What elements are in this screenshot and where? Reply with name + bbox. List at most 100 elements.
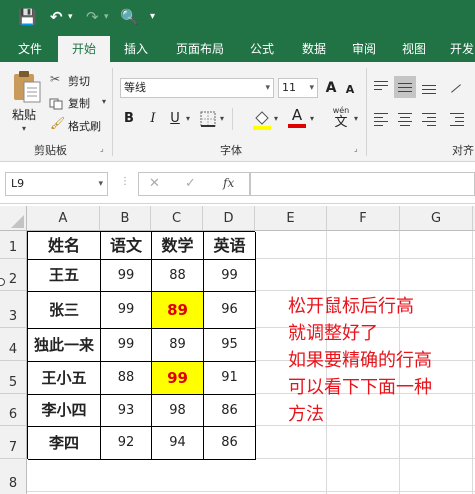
table-cell[interactable]: 93: [101, 395, 152, 427]
name-box[interactable]: L9 ▾: [5, 172, 108, 196]
tab-insert[interactable]: 插入: [114, 36, 158, 62]
font-launcher-icon[interactable]: ⌟: [354, 144, 358, 153]
bold-button[interactable]: B: [120, 108, 138, 130]
shrink-font-button[interactable]: A: [342, 79, 358, 101]
borders-dropdown-icon[interactable]: ▾: [220, 114, 224, 123]
row-header-3[interactable]: 3: [0, 291, 27, 328]
row-header-7[interactable]: 7: [0, 426, 27, 459]
cancel-icon[interactable]: ✕: [149, 176, 160, 191]
align-right-icon[interactable]: [418, 108, 440, 130]
redo-icon[interactable]: ↷: [86, 8, 99, 26]
tab-view[interactable]: 视图: [392, 36, 436, 62]
table-cell[interactable]: 92: [101, 427, 152, 460]
underline-button[interactable]: U: [166, 108, 184, 130]
table-cell[interactable]: 95: [204, 329, 256, 362]
borders-icon[interactable]: [200, 111, 216, 127]
fill-color-dropdown-icon[interactable]: ▾: [274, 114, 278, 123]
column-header-f[interactable]: F: [327, 206, 400, 231]
underline-dropdown-icon[interactable]: ▾: [186, 114, 190, 123]
table-cell[interactable]: 张三: [28, 292, 101, 329]
grow-font-button[interactable]: A: [322, 77, 340, 99]
table-cell[interactable]: 89: [152, 329, 204, 362]
font-color-dropdown-icon[interactable]: ▾: [310, 114, 314, 123]
indent-icon[interactable]: [446, 108, 468, 130]
table-cell[interactable]: 88: [152, 260, 204, 292]
table-cell[interactable]: 99: [101, 329, 152, 362]
table-cell[interactable]: 86: [204, 395, 256, 427]
fill-color-icon[interactable]: [252, 108, 272, 130]
table-header-name[interactable]: 姓名: [28, 232, 101, 260]
table-cell[interactable]: 94: [152, 427, 204, 460]
table-cell[interactable]: 王小五: [28, 362, 101, 395]
insert-function-icon[interactable]: fx: [223, 176, 234, 190]
font-size-combo[interactable]: 11 ▾: [278, 78, 318, 98]
chevron-down-icon[interactable]: ▾: [98, 173, 103, 195]
table-header-math[interactable]: 数学: [152, 232, 204, 260]
copy-icon[interactable]: [49, 95, 63, 110]
column-header-b[interactable]: B: [100, 206, 151, 231]
format-painter-button[interactable]: 格式刷: [68, 118, 101, 134]
tab-developer[interactable]: 开发: [442, 36, 475, 62]
table-cell-highlighted[interactable]: 99: [152, 362, 204, 395]
table-cell[interactable]: 李四: [28, 427, 101, 460]
table-cell[interactable]: 99: [101, 292, 152, 329]
align-middle-icon[interactable]: [394, 76, 416, 98]
table-cell-highlighted[interactable]: 89: [152, 292, 204, 329]
tab-formulas[interactable]: 公式: [240, 36, 284, 62]
font-name-combo[interactable]: 等线 ▾: [120, 78, 274, 98]
print-preview-icon[interactable]: 🔍: [120, 8, 139, 26]
italic-button[interactable]: I: [144, 108, 162, 130]
tab-page-layout[interactable]: 页面布局: [168, 36, 232, 62]
cut-icon[interactable]: ✂: [50, 72, 60, 86]
column-header-e[interactable]: E: [255, 206, 327, 231]
row-header-5[interactable]: 5: [0, 361, 27, 394]
align-left-icon[interactable]: [370, 108, 392, 130]
orientation-icon[interactable]: [446, 76, 468, 98]
table-cell[interactable]: 独此一来: [28, 329, 101, 362]
table-cell[interactable]: 李小四: [28, 395, 101, 427]
column-header-g[interactable]: G: [400, 206, 473, 231]
align-center-icon[interactable]: [394, 108, 416, 130]
formula-input[interactable]: [250, 172, 475, 196]
table-header-english[interactable]: 英语: [204, 232, 256, 260]
cut-button[interactable]: 剪切: [68, 73, 90, 89]
tab-review[interactable]: 审阅: [342, 36, 386, 62]
select-all-button[interactable]: [0, 206, 27, 231]
table-cell[interactable]: 王五: [28, 260, 101, 292]
row-header-4[interactable]: 4: [0, 328, 27, 361]
drag-handle-icon[interactable]: ⋮: [120, 176, 130, 187]
customize-toolbar-icon[interactable]: ▾: [150, 8, 155, 26]
font-color-icon[interactable]: A: [288, 106, 306, 130]
column-header-d[interactable]: D: [203, 206, 255, 231]
table-cell[interactable]: 99: [204, 260, 256, 292]
row-header-6[interactable]: 6: [0, 394, 27, 426]
save-icon[interactable]: 💾: [18, 8, 37, 26]
paste-button[interactable]: 粘贴: [12, 106, 36, 123]
table-cell[interactable]: 91: [204, 362, 256, 395]
row-header-1[interactable]: 1: [0, 231, 27, 259]
table-cell[interactable]: 99: [101, 260, 152, 292]
paste-icon[interactable]: [10, 70, 42, 104]
column-header-c[interactable]: C: [151, 206, 203, 231]
redo-dropdown-icon[interactable]: ▾: [104, 8, 109, 26]
tab-file[interactable]: 文件: [8, 36, 52, 62]
table-header-chinese[interactable]: 语文: [101, 232, 152, 260]
paste-dropdown-icon[interactable]: ▾: [22, 124, 26, 133]
undo-icon[interactable]: ↶: [50, 8, 63, 26]
clipboard-launcher-icon[interactable]: ⌟: [100, 144, 104, 153]
undo-dropdown-icon[interactable]: ▾: [68, 8, 73, 26]
column-header-a[interactable]: A: [27, 206, 100, 231]
enter-icon[interactable]: ✓: [185, 176, 196, 191]
align-top-icon[interactable]: [370, 76, 392, 98]
chevron-down-icon[interactable]: ▾: [265, 79, 270, 97]
tab-data[interactable]: 数据: [292, 36, 336, 62]
format-painter-icon[interactable]: 🖌: [50, 116, 65, 130]
table-cell[interactable]: 96: [204, 292, 256, 329]
phonetic-dropdown-icon[interactable]: ▾: [354, 114, 358, 123]
align-bottom-icon[interactable]: [418, 76, 440, 98]
row-header-2[interactable]: 2: [0, 259, 27, 291]
chevron-down-icon[interactable]: ▾: [309, 79, 314, 97]
row-header-8[interactable]: 8: [0, 459, 27, 494]
table-cell[interactable]: 88: [101, 362, 152, 395]
copy-dropdown-icon[interactable]: ▾: [102, 97, 106, 106]
